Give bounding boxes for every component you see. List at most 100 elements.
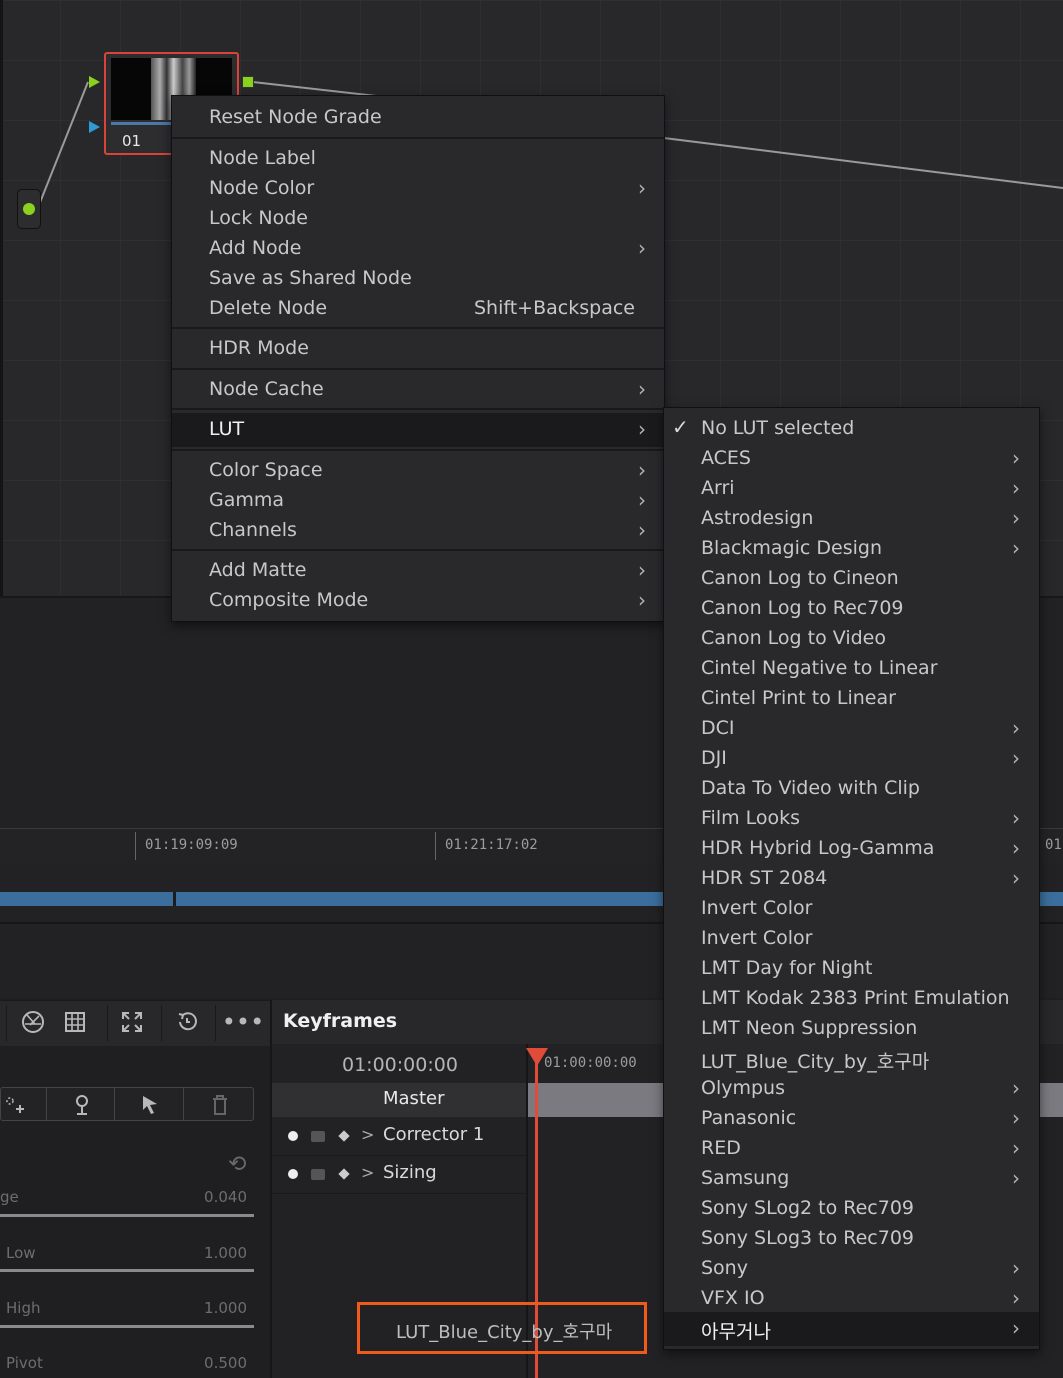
menu-item-color-space[interactable]: Color Space › — [172, 456, 664, 486]
lut-item[interactable]: Sony › — [664, 1254, 1039, 1284]
trash-icon[interactable] — [206, 1092, 234, 1118]
aperture-icon[interactable] — [19, 1008, 47, 1036]
keyframe-diamond-icon[interactable] — [338, 1130, 350, 1142]
menu-item-lock-node[interactable]: Lock Node — [172, 204, 664, 234]
menu-item-save-as-shared-node[interactable]: Save as Shared Node — [172, 264, 664, 294]
rgb-input-triangle[interactable] — [89, 76, 100, 88]
menu-separator — [172, 327, 664, 329]
lut-item[interactable]: Blackmagic Design › — [664, 534, 1039, 564]
lut-item[interactable]: 아무거나 › — [664, 1312, 1039, 1346]
source-node[interactable] — [17, 189, 41, 229]
keyframes-title: Keyframes — [283, 1010, 398, 1032]
chevron-right-icon: › — [638, 236, 646, 260]
lut-item-label: HDR Hybrid Log-Gamma — [701, 837, 935, 859]
param-slider[interactable] — [0, 1325, 254, 1328]
lut-item[interactable]: Samsung › — [664, 1164, 1039, 1194]
lut-item[interactable]: ACES › — [664, 444, 1039, 474]
reset-icon[interactable]: ⟲ — [228, 1152, 246, 1177]
lut-item[interactable]: LMT Neon Suppression — [664, 1014, 1039, 1044]
param-value[interactable]: 0.040 — [167, 1188, 247, 1206]
lut-item[interactable]: LMT Day for Night — [664, 954, 1039, 984]
menu-separator — [172, 137, 664, 139]
more-options-icon[interactable]: ••• — [222, 1008, 264, 1036]
lut-submenu: ✓ No LUT selected ACES › Arri › Astrodesign › Bl… — [663, 407, 1040, 1350]
chevron-right-icon[interactable]: > — [361, 1125, 374, 1144]
lut-item[interactable]: Sony SLog2 to Rec709 — [664, 1194, 1039, 1224]
lut-item[interactable]: Arri › — [664, 474, 1039, 504]
lut-item[interactable]: Sony SLog3 to Rec709 — [664, 1224, 1039, 1254]
lut-item[interactable]: Invert Color — [664, 894, 1039, 924]
lut-item-label: LMT Neon Suppression — [701, 1017, 918, 1039]
menu-separator — [172, 449, 664, 451]
lut-item[interactable]: HDR ST 2084 › — [664, 864, 1039, 894]
lut-item[interactable]: ✓ No LUT selected — [664, 414, 1039, 444]
checkmark-icon: ✓ — [672, 415, 689, 439]
menu-item-add-matte[interactable]: Add Matte › — [172, 556, 664, 586]
lut-item[interactable]: RED › — [664, 1134, 1039, 1164]
chevron-right-icon: › — [638, 417, 646, 441]
enable-dot-icon[interactable] — [288, 1131, 298, 1141]
lut-item-label: Astrodesign — [701, 507, 814, 529]
keyframe-diamond-icon[interactable] — [338, 1168, 350, 1180]
history-icon[interactable] — [173, 1008, 201, 1036]
lut-item[interactable]: Data To Video with Clip — [664, 774, 1039, 804]
add-point-icon[interactable] — [0, 1092, 28, 1118]
lut-item[interactable]: Canon Log to Rec709 — [664, 594, 1039, 624]
lut-item[interactable]: DCI › — [664, 714, 1039, 744]
grid-icon[interactable] — [61, 1008, 89, 1036]
param-value[interactable]: 1.000 — [167, 1299, 247, 1317]
menu-item-node-label[interactable]: Node Label — [172, 144, 664, 174]
lut-item[interactable]: Astrodesign › — [664, 504, 1039, 534]
chevron-right-icon: › — [1012, 746, 1020, 770]
playhead-handle[interactable] — [526, 1048, 548, 1066]
chevron-right-icon[interactable]: > — [361, 1163, 374, 1182]
menu-item-node-color[interactable]: Node Color › — [172, 174, 664, 204]
menu-item-delete-node[interactable]: Delete Node Shift+Backspace — [172, 294, 664, 324]
lut-item[interactable]: Invert Color — [664, 924, 1039, 954]
menu-item-lut[interactable]: LUT › — [172, 413, 664, 447]
rgb-output-square[interactable] — [242, 76, 254, 88]
lock-icon[interactable] — [311, 1169, 325, 1180]
param-slider[interactable] — [0, 1214, 254, 1217]
lut-item[interactable]: Panasonic › — [664, 1104, 1039, 1134]
lut-item[interactable]: LUT_Blue_City_by_호구마 — [664, 1044, 1039, 1074]
keyframe-row[interactable]: > Corrector 1 — [272, 1118, 527, 1156]
lut-item-label: VFX IO — [701, 1287, 765, 1309]
lut-item[interactable]: Cintel Print to Linear — [664, 684, 1039, 714]
lut-item[interactable]: DJI › — [664, 744, 1039, 774]
source-output-dot[interactable] — [23, 203, 35, 215]
menu-item-node-cache[interactable]: Node Cache › — [172, 375, 664, 405]
menu-item-reset-node-grade[interactable]: Reset Node Grade — [172, 103, 664, 133]
lut-item-label: Sony SLog2 to Rec709 — [701, 1197, 914, 1219]
menu-item-hdr-mode[interactable]: HDR Mode — [172, 334, 664, 364]
enable-dot-icon[interactable] — [288, 1169, 298, 1179]
lut-item[interactable]: LMT Kodak 2383 Print Emulation — [664, 984, 1039, 1014]
menu-item-add-node[interactable]: Add Node › — [172, 234, 664, 264]
param-label: Pivot — [6, 1354, 43, 1372]
menu-item-composite-mode[interactable]: Composite Mode › — [172, 586, 664, 616]
lut-item-label: RED — [701, 1137, 741, 1159]
lut-item[interactable]: Canon Log to Cineon — [664, 564, 1039, 594]
chevron-right-icon: › — [1012, 536, 1020, 560]
pin-icon[interactable] — [68, 1092, 96, 1118]
lut-item[interactable]: Olympus › — [664, 1074, 1039, 1104]
ruler-timecode: 01:21:17:02 — [445, 837, 538, 853]
lut-item[interactable]: HDR Hybrid Log-Gamma › — [664, 834, 1039, 864]
toolbar-separator — [6, 1005, 7, 1041]
keyframe-row[interactable]: > Sizing — [272, 1156, 527, 1194]
lut-item[interactable]: Canon Log to Video — [664, 624, 1039, 654]
param-slider[interactable] — [0, 1269, 254, 1272]
lut-item[interactable]: VFX IO › — [664, 1284, 1039, 1314]
param-value[interactable]: 0.500 — [167, 1354, 247, 1372]
pointer-icon[interactable] — [136, 1092, 164, 1118]
menu-item-gamma[interactable]: Gamma › — [172, 486, 664, 516]
menu-item-channels[interactable]: Channels › — [172, 516, 664, 546]
key-input-triangle[interactable] — [89, 121, 100, 133]
chevron-right-icon: › — [1012, 1286, 1020, 1310]
lock-icon[interactable] — [311, 1131, 325, 1142]
lut-item[interactable]: Cintel Negative to Linear — [664, 654, 1039, 684]
expand-icon[interactable] — [118, 1008, 146, 1036]
param-value[interactable]: 1.000 — [167, 1244, 247, 1262]
lut-item[interactable]: Film Looks › — [664, 804, 1039, 834]
toolbar-separator — [46, 1088, 47, 1120]
